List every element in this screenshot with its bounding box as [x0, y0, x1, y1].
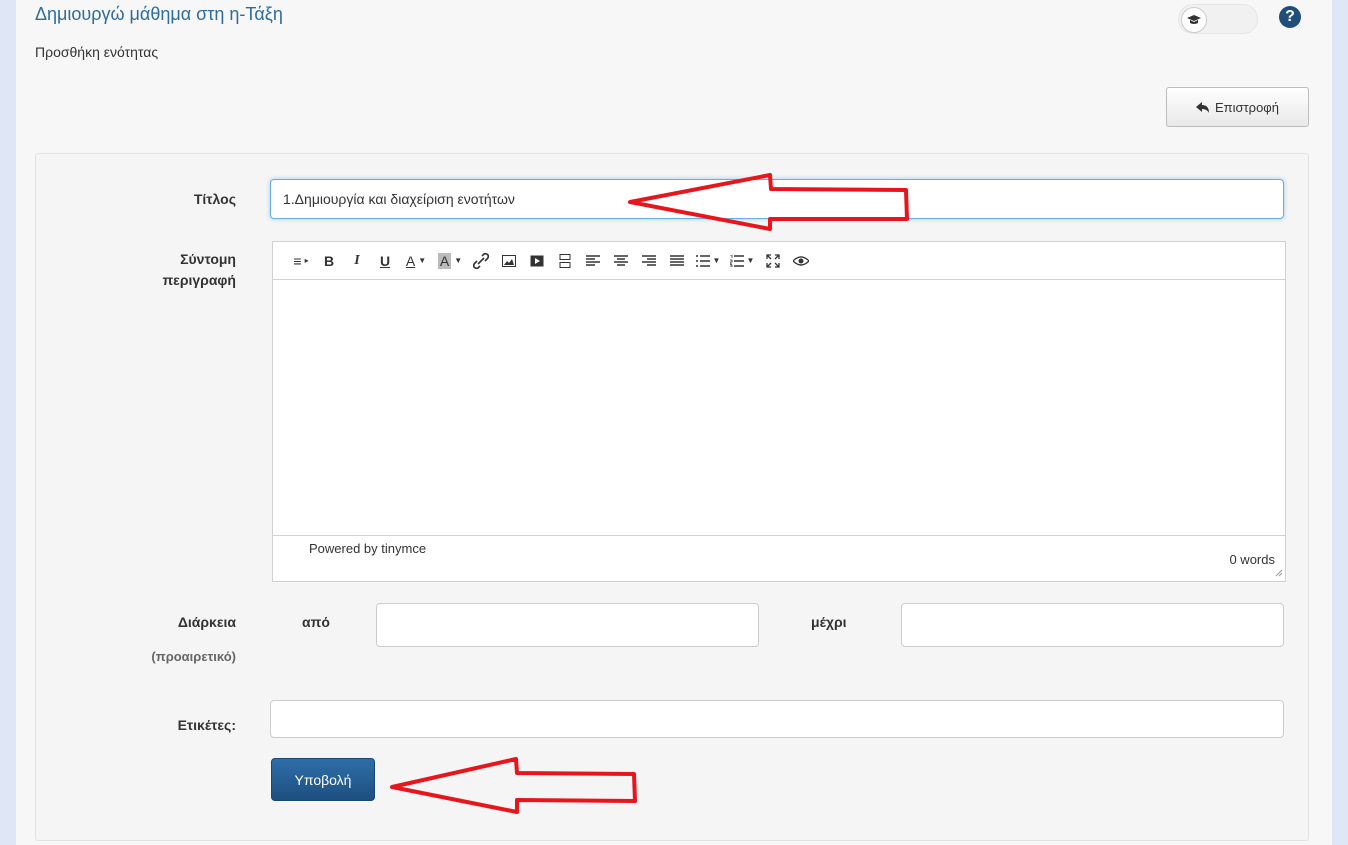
course-title[interactable]: Δημιουργώ μάθημα στη η-Τάξη — [35, 4, 283, 25]
preview-icon[interactable] — [787, 248, 815, 274]
to-label: μέχρι — [811, 614, 847, 630]
pagebreak-icon[interactable] — [551, 248, 579, 274]
rich-text-editor: ≡ ▸ B I U A ▼ A ▼ ▼ ▼ Powered by tinymce… — [272, 241, 1286, 582]
resize-handle-icon[interactable] — [1275, 569, 1283, 577]
format-menu-icon[interactable]: ≡ ▸ — [287, 248, 315, 274]
align-center-icon[interactable] — [607, 248, 635, 274]
duration-label: Διάρκεια — [177, 614, 236, 630]
editor-content-area[interactable] — [273, 280, 1285, 536]
background-color-icon[interactable]: A ▼ — [433, 248, 467, 274]
align-justify-icon[interactable] — [663, 248, 691, 274]
word-count: 0 words — [1229, 552, 1275, 567]
bullet-list-icon[interactable]: ▼ — [691, 248, 725, 274]
fullscreen-icon[interactable] — [759, 248, 787, 274]
submit-button[interactable]: Υποβολή — [271, 758, 375, 801]
editor-toolbar: ≡ ▸ B I U A ▼ A ▼ ▼ ▼ — [273, 242, 1285, 280]
image-icon[interactable] — [495, 248, 523, 274]
link-icon[interactable] — [467, 248, 495, 274]
back-button[interactable]: Επιστροφή — [1166, 87, 1309, 127]
tags-label: Ετικέτες: — [177, 717, 236, 733]
annotation-arrow-submit — [390, 757, 637, 814]
graduation-cap-icon — [1181, 7, 1207, 33]
description-label-line1: Σύντομη — [180, 251, 236, 267]
powered-by-text: Powered by tinymce — [309, 541, 427, 556]
tags-input[interactable] — [270, 700, 1284, 738]
numbered-list-icon[interactable]: ▼ — [725, 248, 759, 274]
bold-icon[interactable]: B — [315, 248, 343, 274]
annotation-arrow-title — [628, 173, 909, 231]
underline-icon[interactable]: U — [371, 248, 399, 274]
form-panel: Τίτλος Σύντομη περιγραφή ≡▸ B I U A▼ A▼ — [35, 153, 1309, 841]
back-button-label: Επιστροφή — [1215, 99, 1279, 115]
editor-statusbar: Powered by tinymce 0 words — [273, 536, 1285, 581]
student-view-toggle[interactable] — [1178, 4, 1258, 34]
italic-icon[interactable]: I — [343, 248, 371, 274]
duration-optional-label: (προαιρετικό) — [151, 649, 236, 664]
reply-icon — [1196, 101, 1209, 113]
description-label-line2: περιγραφή — [162, 272, 236, 288]
media-icon[interactable] — [523, 248, 551, 274]
page: Δημιουργώ μάθημα στη η-Τάξη Προσθήκη ενό… — [16, 0, 1332, 845]
description-label: Σύντομη περιγραφή — [126, 249, 236, 291]
align-left-icon[interactable] — [579, 248, 607, 274]
to-date-input[interactable] — [901, 603, 1284, 647]
from-date-input[interactable] — [376, 603, 759, 647]
help-icon[interactable]: ? — [1279, 6, 1301, 28]
page-subtitle: Προσθήκη ενότητας — [35, 44, 159, 60]
align-right-icon[interactable] — [635, 248, 663, 274]
text-color-icon[interactable]: A ▼ — [399, 248, 433, 274]
from-label: από — [302, 614, 330, 630]
title-label: Τίτλος — [193, 191, 236, 207]
